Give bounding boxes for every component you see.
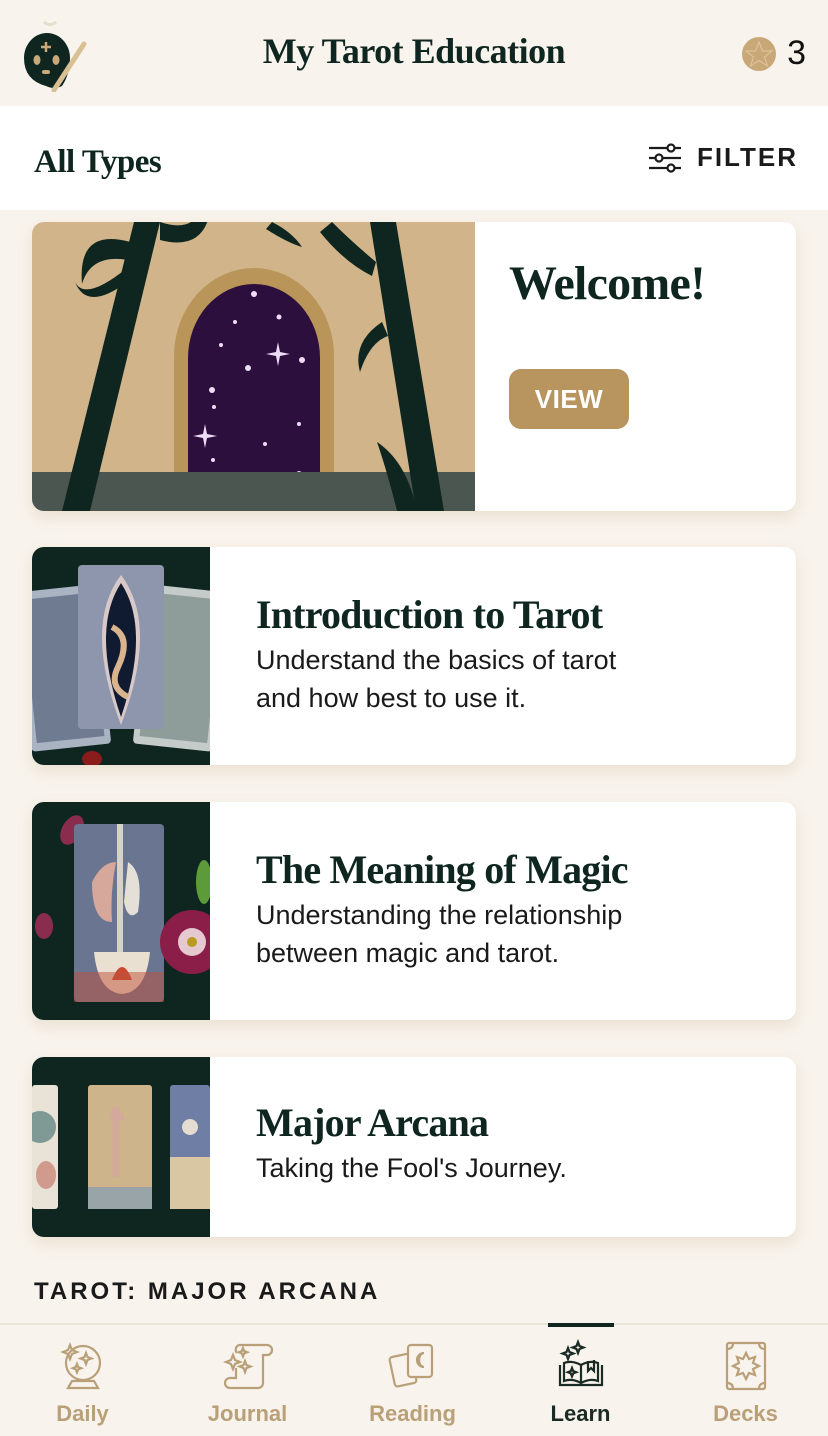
deck-star-icon xyxy=(725,1341,766,1391)
view-button[interactable]: VIEW xyxy=(509,368,629,429)
welcome-title: Welcome! xyxy=(509,257,706,310)
course-card-introduction-to-tarot[interactable]: Introduction to Tarot Understand the bas… xyxy=(32,547,796,765)
tarot-cards-illustration xyxy=(32,547,229,765)
welcome-card[interactable]: Welcome! VIEW xyxy=(32,222,796,511)
bottom-tab-bar: Daily Journal Reading Learn Decks xyxy=(0,1323,828,1436)
course-card-body: Introduction to Tarot Understand the bas… xyxy=(210,547,796,765)
scroll-icon xyxy=(222,1343,273,1390)
course-description: Understand the basics of tarot and how b… xyxy=(256,641,796,717)
cards-moon-icon xyxy=(388,1343,433,1388)
tab-journal[interactable]: Journal xyxy=(165,1325,330,1436)
course-description: Understanding the relationship between m… xyxy=(256,896,796,972)
coin-count: 3 xyxy=(787,34,806,72)
course-description-line: Understanding the relationship xyxy=(256,900,623,930)
course-title: The Meaning of Magic xyxy=(256,847,629,892)
page-title: My Tarot Education xyxy=(262,31,566,71)
top-bar: My Tarot Education 3 xyxy=(0,0,828,106)
filter-bar: All Types FILTER xyxy=(0,106,828,210)
course-card-major-arcana[interactable]: Major Arcana Taking the Fool's Journey. xyxy=(32,1057,796,1237)
course-description-line: Understand the basics of tarot xyxy=(256,645,617,675)
tab-learn[interactable]: Learn xyxy=(498,1325,663,1436)
crystal-ball-icon xyxy=(59,1342,101,1390)
course-title: Introduction to Tarot xyxy=(256,592,603,637)
starry-doorway-illustration xyxy=(32,222,475,511)
major-arcana-cards-illustration xyxy=(32,1057,210,1237)
magician-card-flowers-illustration xyxy=(32,802,224,1020)
course-description-line: and how best to use it. xyxy=(256,683,527,713)
course-description-line: Taking the Fool's Journey. xyxy=(256,1153,567,1183)
course-card-body: Major Arcana Taking the Fool's Journey. xyxy=(210,1057,796,1237)
tab-label: Decks xyxy=(713,1401,778,1426)
open-book-sparkles-icon xyxy=(558,1339,603,1387)
welcome-card-body: Welcome! VIEW xyxy=(475,222,796,511)
tab-label: Daily xyxy=(56,1401,109,1426)
section-label: TAROT: MAJOR ARCANA xyxy=(34,1278,381,1305)
course-description: Taking the Fool's Journey. xyxy=(256,1149,796,1187)
tab-label: Reading xyxy=(369,1401,456,1426)
tab-daily[interactable]: Daily xyxy=(0,1325,165,1436)
tab-reading[interactable]: Reading xyxy=(330,1325,495,1436)
tab-label: Journal xyxy=(207,1401,288,1426)
sliders-icon xyxy=(648,142,681,173)
course-card-meaning-of-magic[interactable]: The Meaning of Magic Understanding the r… xyxy=(32,802,796,1020)
tab-label: Learn xyxy=(550,1401,611,1426)
type-selector[interactable]: All Types xyxy=(34,144,162,181)
tab-decks[interactable]: Decks xyxy=(663,1325,828,1436)
coin-balance[interactable]: 3 xyxy=(741,34,806,73)
course-description-line: between magic and tarot. xyxy=(256,938,560,968)
filter-label: FILTER xyxy=(696,142,798,172)
filter-button[interactable]: FILTER xyxy=(647,142,798,173)
course-card-body: The Meaning of Magic Understanding the r… xyxy=(210,802,796,1020)
pentacle-coin-icon xyxy=(742,36,777,71)
course-title: Major Arcana xyxy=(256,1100,489,1145)
